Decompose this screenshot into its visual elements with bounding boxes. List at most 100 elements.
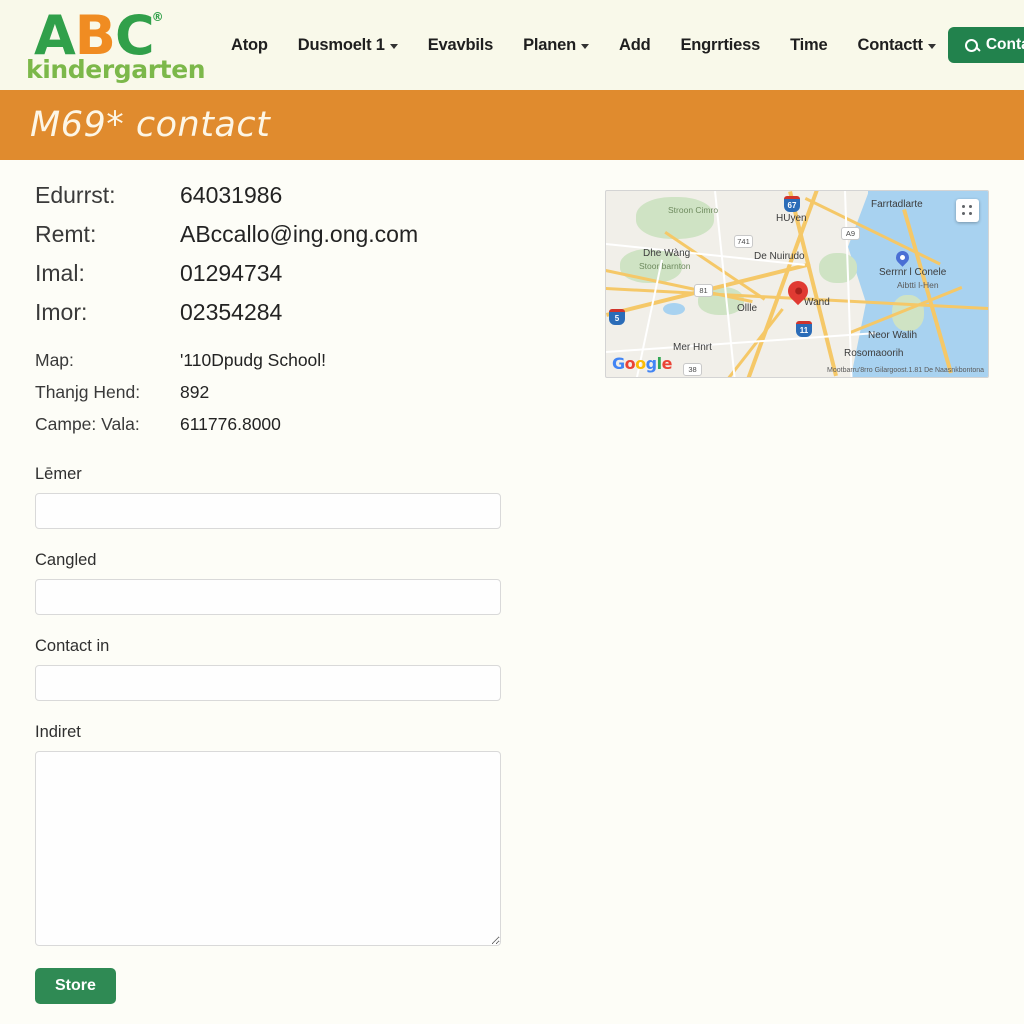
nav-label-5: Engrrtiess xyxy=(680,35,761,54)
info-label: Imal: xyxy=(35,260,85,286)
info-label: Map: xyxy=(35,350,74,370)
info-row: Imor: 02354284 xyxy=(35,299,605,326)
map-label: Neor Walih xyxy=(868,330,918,341)
info-value: 01294734 xyxy=(180,260,283,286)
map-label: Stoor barnton xyxy=(639,261,691,271)
route-shield-icon: 741 xyxy=(734,235,753,248)
info-row: Campe: Vala: 611776.8000 xyxy=(35,414,605,435)
search-icon xyxy=(964,38,978,52)
google-logo-letter: g xyxy=(645,354,657,373)
page-banner: M69* contact xyxy=(0,90,1024,160)
nav-item-3[interactable]: Planen xyxy=(523,36,589,55)
map-column: 741 A9 81 38 67 5 11 Stroon Cimro HUyen … xyxy=(605,182,1004,1004)
google-logo-letter: G xyxy=(612,354,625,373)
google-map-embed[interactable]: 741 A9 81 38 67 5 11 Stroon Cimro HUyen … xyxy=(605,190,989,378)
contact-input[interactable] xyxy=(35,665,501,701)
info-value: 64031986 xyxy=(180,182,283,208)
info-row: Remt: ABccallo@ing.ong.com xyxy=(35,221,605,248)
expand-icon xyxy=(962,205,973,216)
route-shield-icon: 81 xyxy=(694,284,713,297)
logo-letter-b: B xyxy=(74,3,116,67)
nav-label-7: Contactt xyxy=(857,35,924,54)
field-label-message: Indiret xyxy=(35,723,81,741)
site-logo[interactable]: ABC ® kindergarten xyxy=(22,8,206,82)
map-label: Wand xyxy=(804,297,830,308)
map-pond xyxy=(858,236,878,249)
info-label: Imor: xyxy=(35,299,88,325)
info-label: Thanjg Hend: xyxy=(35,382,141,402)
store-button[interactable]: Store xyxy=(35,968,116,1004)
nav-label-2: Evavbils xyxy=(427,35,494,54)
google-logo: Google xyxy=(612,354,672,373)
nav-item-4[interactable]: Add xyxy=(618,35,651,55)
main-content: Edurrst: 64031986 Remt: ABccallo@ing.ong… xyxy=(0,160,1024,1004)
contact-form: Lēmer Cangled Contact in Indiret Store xyxy=(35,465,505,1004)
contact-info-secondary: Map: '110Dpudg School! Thanjg Hend: 892 … xyxy=(35,350,605,435)
route-shield-icon: 38 xyxy=(683,363,702,376)
map-attribution: Mootbarru'8rro Gilargoost.1.81 De Naasnk… xyxy=(827,367,984,374)
map-label: Aibtti l-Hen xyxy=(897,280,939,290)
contacts-button-label: Contacts xyxy=(985,36,1024,53)
info-row: Map: '110Dpudg School! xyxy=(35,350,605,371)
info-row: Thanjg Hend: 892 xyxy=(35,382,605,403)
map-label: De Nuirudo xyxy=(754,251,805,262)
nav-label-3: Planen xyxy=(523,35,576,54)
logo-abc-text: ABC ® xyxy=(34,8,164,63)
nav-item-0[interactable]: Atop xyxy=(231,36,268,55)
interstate-shield-icon: 11 xyxy=(796,321,812,337)
map-label: Stroon Cimro xyxy=(668,205,719,215)
map-pond xyxy=(663,303,685,315)
info-value: 02354284 xyxy=(180,299,283,325)
route-shield-icon: A9 xyxy=(841,227,860,240)
info-row: Edurrst: 64031986 xyxy=(35,182,605,209)
chevron-down-icon xyxy=(389,43,398,49)
site-header: ABC ® kindergarten Atop Dusmoelt 1 Evavb… xyxy=(0,0,1024,90)
info-label: Campe: Vala: xyxy=(35,414,140,434)
info-value: ABccallo@ing.ong.com xyxy=(180,221,419,247)
name-input[interactable] xyxy=(35,493,501,529)
map-label: Ollle xyxy=(737,303,758,314)
logo-letter-a: A xyxy=(34,3,76,67)
map-label: Serrnr l Conele xyxy=(879,267,947,278)
nav-label-1: Dusmoelt 1 xyxy=(297,35,385,54)
interstate-shield-icon: 5 xyxy=(609,309,625,325)
page-title: M69* contact xyxy=(30,105,271,145)
chevron-down-icon xyxy=(580,43,589,49)
interstate-shield-icon: 67 xyxy=(784,196,800,212)
subject-input[interactable] xyxy=(35,579,501,615)
map-label: HUyen xyxy=(776,213,807,224)
map-park-area xyxy=(819,253,857,283)
map-fullscreen-button[interactable] xyxy=(956,199,979,222)
info-label: Edurrst: xyxy=(35,182,116,208)
contact-info-primary: Edurrst: 64031986 Remt: ABccallo@ing.ong… xyxy=(35,182,605,326)
field-label-contact: Contact in xyxy=(35,637,110,655)
nav-item-7[interactable]: Contactt xyxy=(858,36,936,55)
chevron-down-icon xyxy=(927,43,936,49)
nav-item-5[interactable]: Engrrtiess xyxy=(680,36,760,55)
google-logo-letter: o xyxy=(635,354,646,373)
map-park-area xyxy=(636,197,714,239)
map-label: Farrtadlarte xyxy=(871,199,923,210)
map-label: Dhe Wàng xyxy=(643,248,691,259)
google-logo-letter: o xyxy=(624,354,636,373)
nav-item-2[interactable]: Evavbils xyxy=(427,35,494,55)
nav-label-6: Time xyxy=(790,35,828,54)
nav-label-4: Add xyxy=(618,35,651,54)
info-row: Imal: 01294734 xyxy=(35,260,605,287)
info-value: '110Dpudg School! xyxy=(180,350,327,370)
contacts-button[interactable]: Contacts xyxy=(947,27,1024,63)
logo-letter-c: C xyxy=(114,3,155,67)
main-navigation: Atop Dusmoelt 1 Evavbils Planen Add Engr… xyxy=(231,36,936,55)
nav-item-6[interactable]: Time xyxy=(790,35,828,55)
info-value: 611776.8000 xyxy=(180,414,281,434)
info-label: Remt: xyxy=(35,221,97,247)
map-label: Rosomaoorih xyxy=(844,348,904,359)
map-label: Mer Hnrt xyxy=(673,342,712,353)
field-label-name: Lēmer xyxy=(35,465,82,483)
info-value: 892 xyxy=(180,382,210,402)
nav-item-1[interactable]: Dusmoelt 1 xyxy=(298,36,398,55)
contact-info-column: Edurrst: 64031986 Remt: ABccallo@ing.ong… xyxy=(20,182,605,1004)
google-logo-letter: e xyxy=(661,354,673,373)
message-textarea[interactable] xyxy=(35,751,501,946)
field-label-subject: Cangled xyxy=(35,551,97,569)
